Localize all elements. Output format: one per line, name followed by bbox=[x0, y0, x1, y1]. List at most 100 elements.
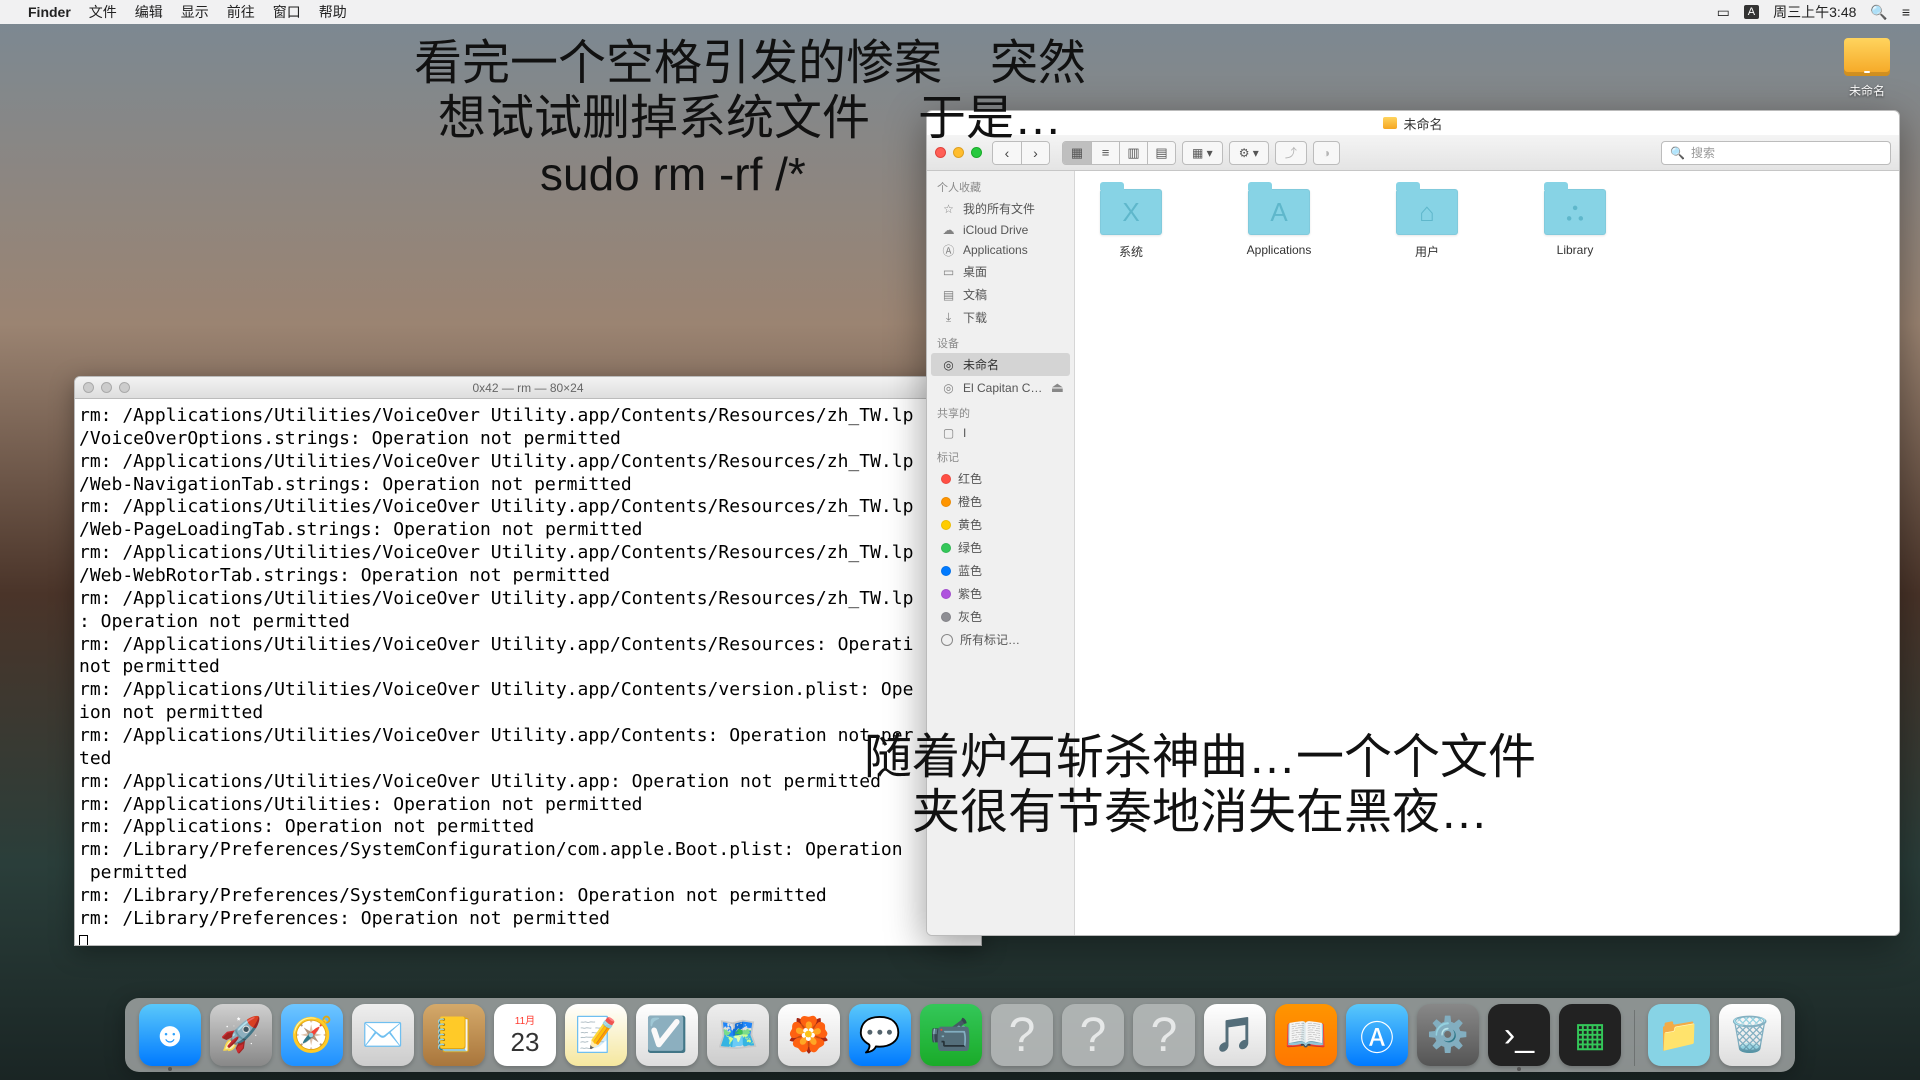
sidebar-item-icon: ☁ bbox=[941, 224, 956, 237]
sidebar-item[interactable]: ☁iCloud Drive bbox=[927, 220, 1074, 240]
tag-color-dot bbox=[941, 497, 951, 507]
menu-edit[interactable]: 编辑 bbox=[135, 2, 163, 22]
folder-item[interactable]: ⛬Library bbox=[1533, 189, 1617, 257]
menu-help[interactable]: 帮助 bbox=[319, 2, 347, 22]
dock-contacts-icon[interactable]: 📒 bbox=[423, 1004, 485, 1066]
finder-traffic-lights[interactable] bbox=[935, 147, 982, 158]
sidebar-tag[interactable]: 紫色 bbox=[927, 582, 1074, 605]
sidebar-heading: 设备 bbox=[927, 329, 1074, 353]
dock-finder-icon[interactable]: ☻ bbox=[139, 1004, 201, 1066]
caption-mid2: 夹很有节奏地消失在黑夜… bbox=[830, 785, 1570, 840]
zoom-icon[interactable] bbox=[119, 382, 130, 393]
sidebar-item[interactable]: ▭桌面 bbox=[927, 260, 1074, 283]
sidebar-tag[interactable]: 蓝色 bbox=[927, 559, 1074, 582]
dock-facetime-icon[interactable]: 📹 bbox=[920, 1004, 982, 1066]
sidebar-tag[interactable]: 黄色 bbox=[927, 513, 1074, 536]
sidebar-item-label: El Capitan C… bbox=[963, 381, 1042, 395]
view-coverflow-button[interactable]: ▤ bbox=[1147, 142, 1175, 164]
sidebar-item[interactable]: ◎未命名 bbox=[931, 353, 1070, 376]
minimize-icon[interactable] bbox=[953, 147, 964, 158]
airplay-icon[interactable]: ▭ bbox=[1717, 4, 1730, 21]
sidebar-item[interactable]: ▢I bbox=[927, 423, 1074, 443]
sidebar-heading: 共享的 bbox=[927, 399, 1074, 423]
sidebar-item[interactable]: ☆我的所有文件 bbox=[927, 197, 1074, 220]
arrange-button[interactable]: ▦ ▾ bbox=[1182, 141, 1223, 165]
caption-middle: 随着炉石斩杀神曲…一个个文件 夹很有节奏地消失在黑夜… bbox=[830, 730, 1570, 840]
tag-color-dot bbox=[941, 612, 951, 622]
folder-glyph: X bbox=[1100, 189, 1162, 235]
dock-preferences-icon[interactable]: ⚙️ bbox=[1417, 1004, 1479, 1066]
dock-appstore-icon[interactable]: Ⓐ bbox=[1346, 1004, 1408, 1066]
menu-file[interactable]: 文件 bbox=[89, 2, 117, 22]
dock-reminders-icon[interactable]: ☑️ bbox=[636, 1004, 698, 1066]
sidebar-item[interactable]: ◎El Capitan C…⏏ bbox=[927, 376, 1074, 399]
tag-label: 橙色 bbox=[958, 493, 982, 510]
close-icon[interactable] bbox=[935, 147, 946, 158]
dock-activity-monitor-icon[interactable]: ▦ bbox=[1559, 1004, 1621, 1066]
app-name[interactable]: Finder bbox=[28, 4, 71, 20]
terminal-window[interactable]: 0x42 — rm — 80×24 rm: /Applications/Util… bbox=[74, 376, 982, 946]
tag-label: 红色 bbox=[958, 470, 982, 487]
dock-placeholder-icon[interactable]: ? bbox=[1062, 1004, 1124, 1066]
eject-icon[interactable]: ⏏ bbox=[1051, 379, 1064, 396]
dock-launchpad-icon[interactable]: 🚀 bbox=[210, 1004, 272, 1066]
menu-view[interactable]: 显示 bbox=[181, 2, 209, 22]
dock-messages-icon[interactable]: 💬 bbox=[849, 1004, 911, 1066]
input-source-badge[interactable]: A bbox=[1744, 5, 1759, 19]
drive-icon bbox=[1844, 38, 1890, 76]
desktop-drive-icon[interactable]: 未命名 bbox=[1844, 38, 1890, 99]
sidebar-tag[interactable]: 红色 bbox=[927, 467, 1074, 490]
tag-label: 黄色 bbox=[958, 516, 982, 533]
dock-placeholder-icon[interactable]: ? bbox=[1133, 1004, 1195, 1066]
dock-placeholder-icon[interactable]: ? bbox=[991, 1004, 1053, 1066]
sidebar-heading: 个人收藏 bbox=[927, 173, 1074, 197]
sidebar-item-icon: ⤓ bbox=[941, 311, 956, 324]
dock-safari-icon[interactable]: 🧭 bbox=[281, 1004, 343, 1066]
folder-item[interactable]: X系统 bbox=[1089, 189, 1173, 260]
sidebar-item-label: I bbox=[963, 426, 966, 440]
sidebar-item[interactable]: ⒶApplications bbox=[927, 240, 1074, 260]
sidebar-tag[interactable]: 绿色 bbox=[927, 536, 1074, 559]
tags-button[interactable]: ◑ bbox=[1313, 141, 1340, 165]
dock-maps-icon[interactable]: 🗺️ bbox=[707, 1004, 769, 1066]
caption-line2: 想试试删掉系统文件 于是… bbox=[360, 91, 1140, 146]
sidebar-all-tags[interactable]: 所有标记… bbox=[927, 628, 1074, 651]
search-placeholder: 搜索 bbox=[1691, 144, 1715, 161]
all-tags-label: 所有标记… bbox=[960, 631, 1020, 648]
action-button[interactable]: ⚙ ▾ bbox=[1229, 141, 1269, 165]
folder-item[interactable]: ⌂用户 bbox=[1385, 189, 1469, 260]
sidebar-tag[interactable]: 橙色 bbox=[927, 490, 1074, 513]
dock-trash-icon[interactable]: 🗑️ bbox=[1719, 1004, 1781, 1066]
terminal-output[interactable]: rm: /Applications/Utilities/VoiceOver Ut… bbox=[75, 399, 981, 945]
drive-icon bbox=[1383, 117, 1397, 129]
minimize-icon[interactable] bbox=[101, 382, 112, 393]
sidebar-tag[interactable]: 灰色 bbox=[927, 605, 1074, 628]
menu-window[interactable]: 窗口 bbox=[273, 2, 301, 22]
zoom-icon[interactable] bbox=[971, 147, 982, 158]
dock-ibooks-icon[interactable]: 📖 bbox=[1275, 1004, 1337, 1066]
dock-calendar-icon[interactable]: 11月23 bbox=[494, 1004, 556, 1066]
terminal-traffic-lights[interactable] bbox=[83, 382, 130, 393]
folder-item[interactable]: AApplications bbox=[1237, 189, 1321, 257]
dock-separator bbox=[1634, 1010, 1635, 1066]
menu-go[interactable]: 前往 bbox=[227, 2, 255, 22]
sidebar-item[interactable]: ⤓ 下载 bbox=[927, 306, 1074, 329]
tag-label: 绿色 bbox=[958, 539, 982, 556]
share-button[interactable]: ⤴ bbox=[1275, 141, 1307, 165]
dock-downloads-icon[interactable]: 📁 bbox=[1648, 1004, 1710, 1066]
menubar-clock[interactable]: 周三上午3:48 bbox=[1773, 2, 1856, 22]
notification-center-icon[interactable]: ≡ bbox=[1902, 4, 1910, 20]
dock-photos-icon[interactable]: 🏵️ bbox=[778, 1004, 840, 1066]
sidebar-item[interactable]: ▤文稿 bbox=[927, 283, 1074, 306]
dock-itunes-icon[interactable]: 🎵 bbox=[1204, 1004, 1266, 1066]
sidebar-item-label: 下载 bbox=[963, 309, 987, 326]
close-icon[interactable] bbox=[83, 382, 94, 393]
terminal-titlebar[interactable]: 0x42 — rm — 80×24 bbox=[75, 377, 981, 399]
finder-search[interactable]: 🔍 搜索 bbox=[1661, 141, 1891, 165]
all-tags-icon bbox=[941, 634, 953, 646]
dock-notes-icon[interactable]: 📝 bbox=[565, 1004, 627, 1066]
sidebar-heading: 标记 bbox=[927, 443, 1074, 467]
spotlight-icon[interactable]: 🔍 bbox=[1870, 4, 1887, 21]
dock-terminal-icon[interactable]: ›_ bbox=[1488, 1004, 1550, 1066]
dock-mail-icon[interactable]: ✉️ bbox=[352, 1004, 414, 1066]
